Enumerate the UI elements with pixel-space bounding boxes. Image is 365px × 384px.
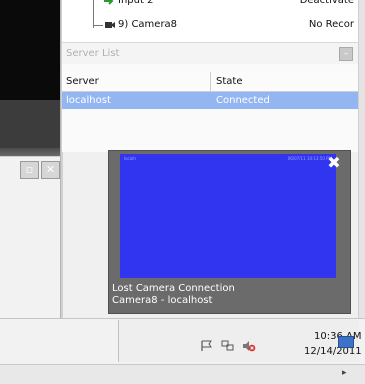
server-name: localhost xyxy=(66,95,111,106)
server-state: Connected xyxy=(216,95,270,106)
video-view-gray xyxy=(0,100,60,148)
server-list-header: Server List – xyxy=(62,42,358,66)
popup-message-source: Camera8 - localhost xyxy=(112,295,213,306)
horizontal-scrollbar[interactable] xyxy=(0,364,365,384)
tree-item-camera8[interactable]: 9) Camera8 No Recor xyxy=(62,18,360,32)
volume-muted-icon[interactable] xyxy=(242,340,256,352)
panel-gradient xyxy=(0,148,60,156)
tree-item-label: Input 2 xyxy=(118,0,154,6)
popup-message: Lost Camera Connection Camera8 - localho… xyxy=(112,283,235,307)
network-icon[interactable] xyxy=(221,340,235,352)
restore-button[interactable]: ▫ xyxy=(20,161,39,179)
column-header-server[interactable]: Server xyxy=(66,76,99,87)
input-arrow-icon xyxy=(104,0,114,5)
video-view-black xyxy=(0,0,60,100)
flag-icon[interactable] xyxy=(200,340,214,352)
column-header-state[interactable]: State xyxy=(216,76,242,87)
server-list-title: Server List xyxy=(66,48,120,59)
scroll-right-icon[interactable]: ▸ xyxy=(342,368,347,378)
left-panel xyxy=(0,156,60,319)
tree-item-state: Deactivate xyxy=(299,0,354,6)
table-row[interactable]: localhost Connected xyxy=(62,92,358,109)
camera-icon xyxy=(105,22,115,28)
left-panel-buttons: ▫ ✕ xyxy=(20,161,60,179)
minimize-button[interactable]: – xyxy=(339,47,353,61)
tree-item-label: 9) Camera8 xyxy=(118,19,178,30)
camera-tree: Input 2 Deactivate 9) Camera8 No Recor xyxy=(62,0,360,42)
tree-connector xyxy=(93,25,103,26)
popup-message-title: Lost Camera Connection xyxy=(112,283,235,294)
show-desktop-button[interactable] xyxy=(338,336,354,348)
tree-item-state: No Recor xyxy=(308,19,354,30)
close-button[interactable]: ✕ xyxy=(41,161,60,179)
close-icon[interactable]: ✖ xyxy=(324,154,344,172)
video-overlay-label: localh xyxy=(124,156,136,161)
tree-connector xyxy=(93,0,94,28)
camera-preview: localh 06/07/11 10:13:50 PM xyxy=(120,154,336,278)
column-separator[interactable] xyxy=(210,72,211,91)
server-list-columns: Server State xyxy=(62,72,358,92)
scrollbar[interactable] xyxy=(358,0,365,318)
tree-item-input2[interactable]: Input 2 Deactivate xyxy=(62,0,360,8)
